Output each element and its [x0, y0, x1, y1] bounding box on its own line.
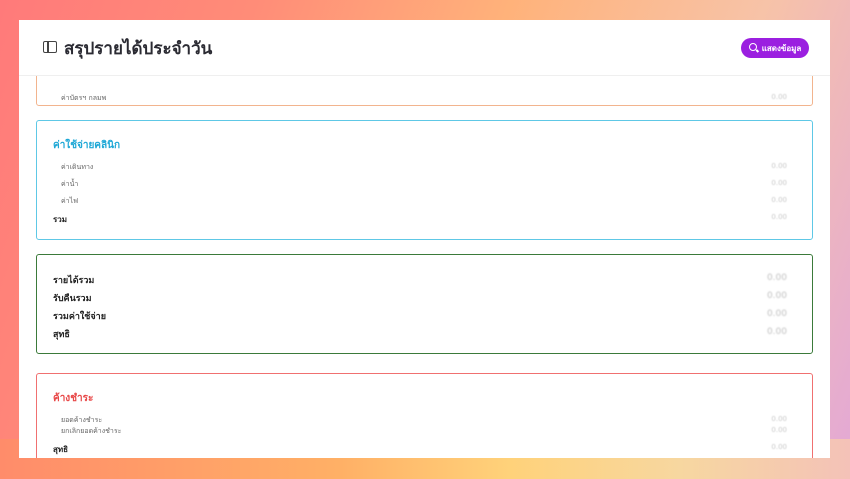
debt-row-label: ยอดค้างชำระ [61, 416, 103, 424]
app-window: สรุปรายได้ประจำวัน แสดงข้อมูล ค่าบัตรฯ ก… [19, 20, 830, 458]
summary-row-label: รวมค่าใช้จ่าย [53, 312, 106, 322]
summary-row-label: รายได้รวม [53, 276, 95, 286]
debt-row-value: 0.00 [771, 426, 787, 434]
clinic-row-label: ค่าน้ำ [61, 180, 79, 188]
clinic-expenses-card: ค่าใช้จ่ายคลินิก ค่าเดินทาง 0.00 ค่าน้ำ … [36, 120, 813, 240]
debt-row-label: ยกเลิกยอดค้างชำระ [61, 427, 122, 435]
summary-row-label: รับคืนรวม [53, 294, 92, 304]
sidebar-toggle-icon[interactable] [43, 41, 57, 53]
clinic-expenses-title: ค่าใช้จ่ายคลินิก [53, 140, 121, 151]
clinic-total-label: รวม [53, 215, 68, 224]
clinic-row-value: 0.00 [771, 162, 787, 170]
summary-row-value: 0.00 [766, 327, 787, 337]
search-icon [748, 43, 759, 53]
summary-card: รายได้รวม 0.00 รับคืนรวม 0.00 รวมค่าใช้จ… [36, 254, 813, 354]
page-title: สรุปรายได้ประจำวัน [64, 39, 213, 59]
page-header: สรุปรายได้ประจำวัน แสดงข้อมูล [19, 20, 830, 76]
outstanding-debt-card: ค้างชำระ ยอดค้างชำระ 0.00 ยกเลิกยอดค้างช… [36, 373, 813, 458]
clinic-row-label: ค่าไฟ [61, 197, 79, 205]
income-row-value: 0.00 [771, 93, 787, 101]
debt-total-label: สุทธิ [53, 445, 69, 454]
summary-row-value: 0.00 [766, 291, 787, 301]
debt-row-value: 0.00 [771, 415, 787, 423]
summary-row-label: สุทธิ [53, 330, 70, 340]
clinic-total-value: 0.00 [771, 213, 787, 221]
clinic-row-value: 0.00 [771, 179, 787, 187]
show-data-button-label: แสดงข้อมูล [761, 43, 802, 53]
debt-total-value: 0.00 [771, 443, 787, 451]
summary-row-value: 0.00 [766, 309, 787, 319]
outstanding-debt-title: ค้างชำระ [53, 393, 94, 404]
clinic-row-value: 0.00 [771, 196, 787, 204]
income-row-label: ค่าบัตรฯ กลมพ [61, 94, 107, 102]
summary-row-value: 0.00 [766, 273, 787, 283]
clinic-row-label: ค่าเดินทาง [61, 163, 94, 171]
show-data-button[interactable]: แสดงข้อมูล [741, 38, 809, 58]
